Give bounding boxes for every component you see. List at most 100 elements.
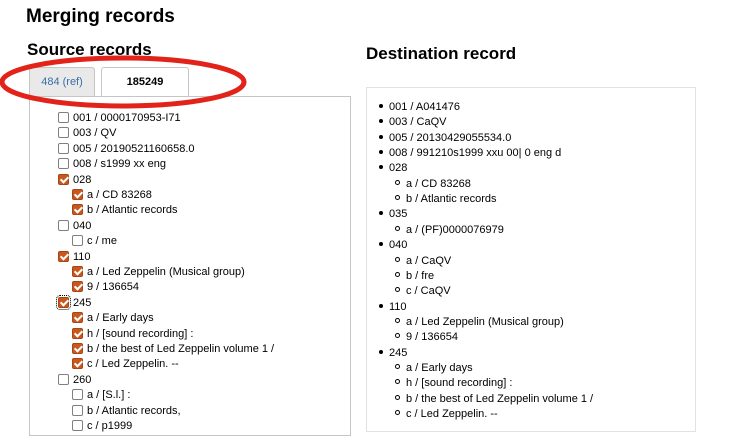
dest-field-label: h / [sound recording] : — [406, 377, 513, 390]
circle-bullet-icon — [395, 271, 400, 277]
dest-field-label: c / CaQV — [406, 285, 451, 298]
tab-484-ref[interactable]: 484 (ref) — [29, 67, 95, 96]
dest-field-item: 040 — [379, 238, 407, 253]
checkbox-unchecked[interactable] — [72, 420, 83, 431]
checkbox-unchecked[interactable] — [72, 235, 83, 247]
dest-field-label: a / (PF)0000076979 — [406, 223, 504, 236]
checkbox-checked[interactable] — [56, 294, 71, 310]
destination-record-heading: Destination record — [366, 44, 517, 63]
dest-subfield-item: h / [sound recording] : — [395, 376, 512, 391]
source-record-panel: 001 / 0000170953-I71 003 / QV 005 / 201905… — [29, 96, 351, 436]
dest-field-item: 110 — [379, 300, 407, 315]
field-label: a / Led Zeppelin (Musical group) — [87, 266, 245, 278]
field-label: 245 — [73, 296, 92, 309]
subfield-row: 9 / 136654 — [72, 280, 139, 295]
dest-field-label: a / Led Zeppelin (Musical group) — [406, 315, 564, 328]
circle-bullet-icon — [395, 287, 400, 293]
field-row: 003 / QV — [58, 126, 116, 141]
checkbox-checked[interactable] — [72, 204, 83, 216]
destination-record-panel: 001 / A041476 003 / CaQV 005 / 20130429055… — [366, 87, 696, 432]
dest-subfield-item: b / fre — [395, 269, 434, 284]
dest-field-label: 245 — [389, 346, 408, 359]
subfield-row: b / Atlantic records, — [72, 404, 181, 419]
dest-field-item: 003 / CaQV — [379, 115, 446, 130]
dest-field-label: a / Early days — [406, 361, 473, 374]
disc-bullet-icon — [379, 349, 383, 354]
dest-field-label: 035 — [389, 208, 408, 221]
dest-subfield-item: c / CaQV — [395, 284, 451, 299]
checkbox-unchecked[interactable] — [58, 158, 69, 170]
circle-bullet-icon — [395, 363, 400, 369]
checkbox-checked[interactable] — [58, 173, 69, 185]
tab-185249[interactable]: 185249 — [101, 67, 189, 97]
field-row: 260 — [58, 373, 91, 388]
checkbox-checked[interactable] — [72, 266, 83, 277]
disc-bullet-icon — [379, 134, 383, 139]
field-label: b / Atlantic records, — [87, 404, 181, 417]
field-row: 245 — [56, 294, 92, 311]
subfield-row: b / the best of Led Zeppelin volume 1 / — [72, 342, 274, 357]
subfield-row: c / Led Zeppelin. -- — [72, 357, 179, 372]
checkbox-unchecked[interactable] — [58, 112, 69, 123]
disc-bullet-icon — [379, 303, 383, 308]
checkbox-checked[interactable] — [58, 250, 69, 262]
checkbox-checked[interactable] — [72, 281, 83, 293]
dest-field-item: 035 — [379, 207, 407, 222]
dest-subfield-item: a / CaQV — [395, 254, 451, 269]
dest-field-label: b / fre — [406, 269, 435, 282]
subfield-row: c / me — [72, 234, 117, 249]
circle-bullet-icon — [395, 225, 400, 231]
checkbox-checked[interactable] — [72, 327, 83, 339]
checkbox-unchecked[interactable] — [58, 127, 69, 139]
field-label: a / CD 83268 — [87, 189, 152, 201]
checkbox-unchecked[interactable] — [58, 373, 69, 385]
field-label: 003 / QV — [73, 127, 117, 140]
field-row: 110 — [58, 250, 91, 265]
field-label: a / [S.l.] : — [87, 389, 131, 402]
dest-subfield-item: a / CD 83268 — [395, 177, 471, 192]
circle-bullet-icon — [395, 179, 400, 185]
dest-field-label: 028 — [389, 162, 408, 175]
dest-field-label: a / CD 83268 — [406, 177, 471, 190]
checkbox-unchecked[interactable] — [58, 142, 69, 154]
subfield-row: h / [sound recording] : — [72, 327, 193, 342]
field-label: b / the best of Led Zeppelin volume 1 / — [87, 343, 275, 355]
checkbox-checked[interactable] — [72, 312, 83, 324]
field-label: c / Led Zeppelin. -- — [87, 358, 179, 371]
field-label: c / p1999 — [87, 420, 133, 432]
dest-subfield-item: b / the best of Led Zeppelin volume 1 / — [395, 392, 593, 407]
field-label: 005 / 20190521160658.0 — [73, 142, 195, 155]
checkbox-checked[interactable] — [72, 358, 83, 370]
dest-subfield-item: c / Led Zeppelin. -- — [395, 407, 498, 422]
checkbox-unchecked[interactable] — [72, 404, 83, 416]
dest-field-label: b / the best of Led Zeppelin volume 1 / — [406, 392, 594, 405]
field-row: 005 / 20190521160658.0 — [58, 142, 195, 157]
field-label: a / Early days — [87, 312, 154, 325]
dest-field-item: 001 / A041476 — [379, 100, 460, 115]
checkbox-unchecked[interactable] — [58, 219, 69, 231]
field-label: 260 — [73, 373, 92, 386]
dest-field-label: 008 / 991210s1999 xxu 00| 0 eng d — [389, 147, 562, 160]
checkbox-checked[interactable] — [72, 343, 83, 354]
source-records-heading: Source records — [27, 40, 152, 59]
field-label: b / Atlantic records — [87, 204, 178, 217]
circle-bullet-icon — [395, 394, 400, 400]
dest-subfield-item: 9 / 136654 — [395, 330, 458, 345]
disc-bullet-icon — [379, 242, 383, 247]
page-title: Merging records — [26, 6, 175, 27]
field-row: 040 — [58, 219, 91, 234]
disc-bullet-icon — [379, 165, 383, 170]
dest-field-label: 040 — [389, 239, 408, 252]
subfield-row: c / p1999 — [72, 419, 132, 434]
field-label: 008 / s1999 xx eng — [73, 158, 166, 171]
dest-field-label: 003 / CaQV — [389, 116, 447, 129]
field-label: 9 / 136654 — [87, 281, 139, 294]
dest-field-item: 008 / 991210s1999 xxu 00| 0 eng d — [379, 146, 561, 161]
checkbox-unchecked[interactable] — [72, 389, 83, 401]
dest-field-item: 245 — [379, 346, 407, 361]
checkbox-checked[interactable] — [72, 189, 83, 200]
dest-subfield-item: a / Led Zeppelin (Musical group) — [395, 315, 564, 330]
subfield-row: a / CD 83268 — [72, 188, 152, 203]
circle-bullet-icon — [395, 333, 400, 339]
subfield-row: a / [S.l.] : — [72, 388, 130, 403]
